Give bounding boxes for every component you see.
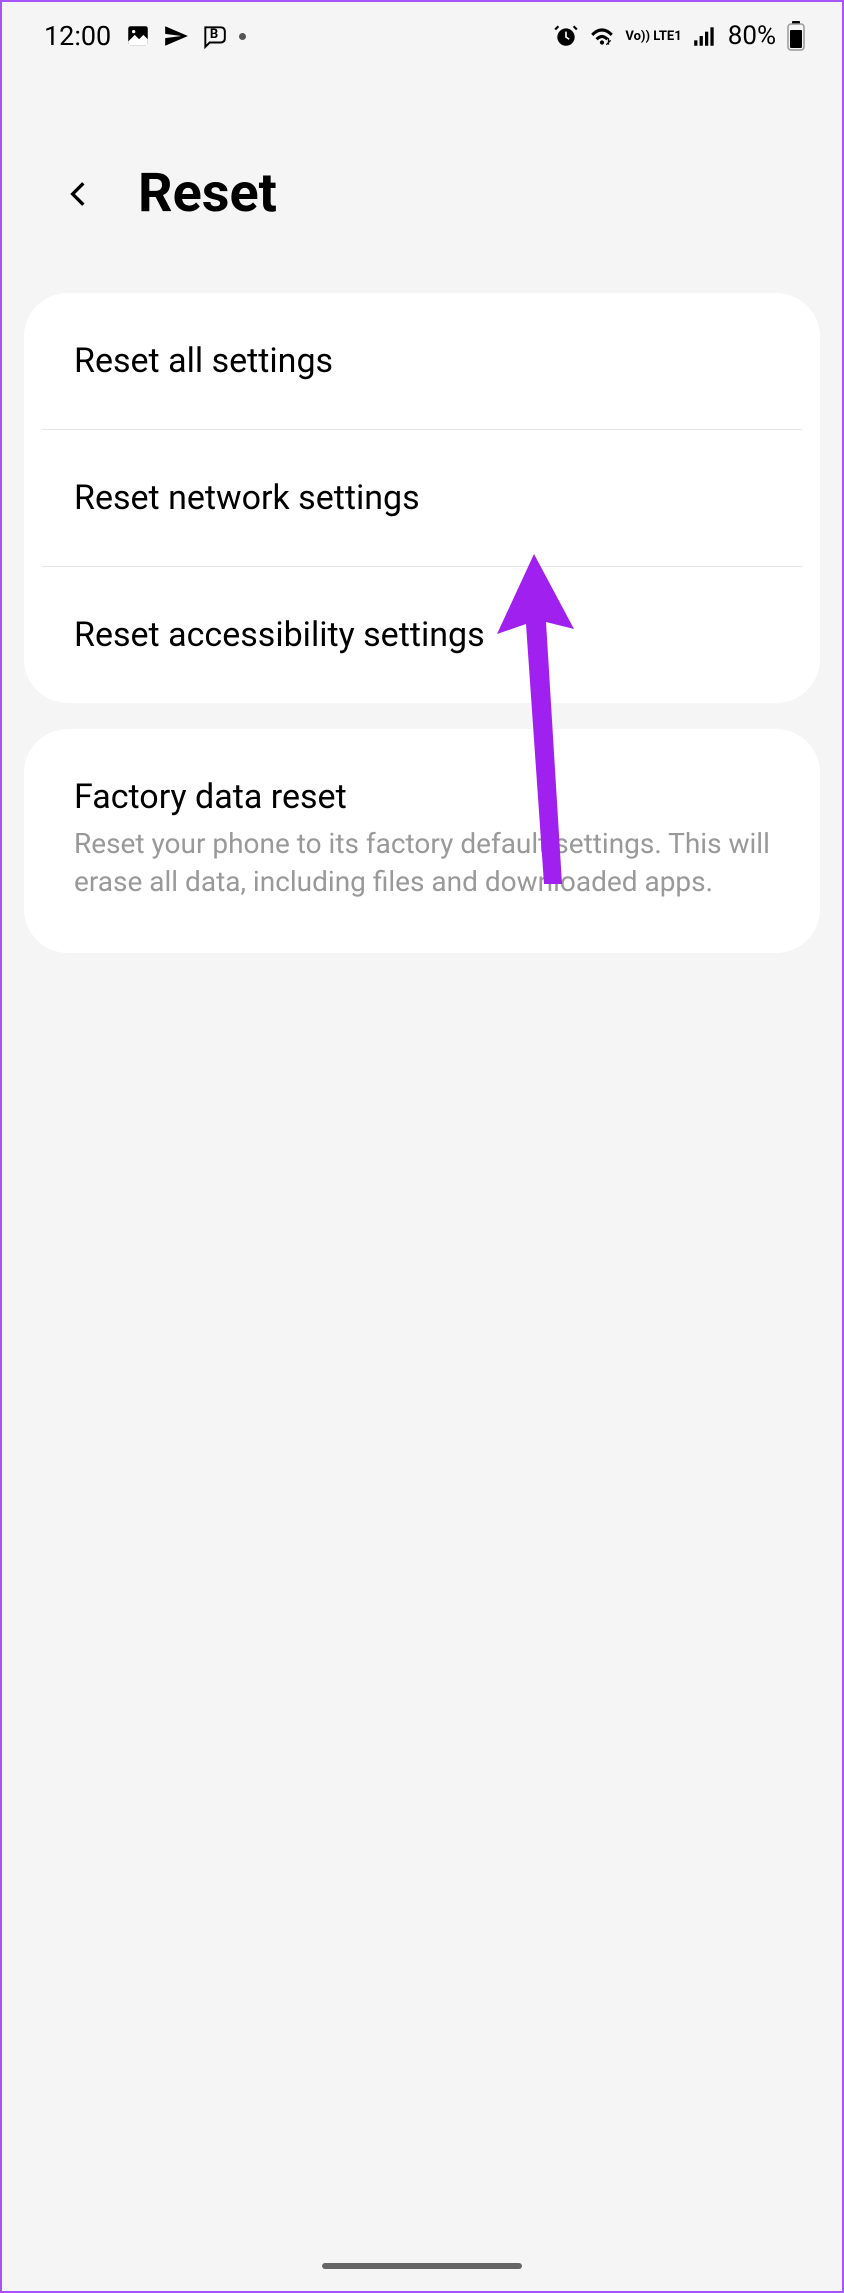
gallery-icon — [125, 23, 151, 49]
back-button[interactable] — [58, 174, 98, 214]
header: Reset — [2, 62, 842, 275]
lte-icon: Vo)) LTE1 — [625, 30, 681, 43]
factory-reset-card: Factory data reset Reset your phone to i… — [24, 729, 820, 953]
send-icon — [163, 23, 189, 49]
reset-all-settings-item[interactable]: Reset all settings — [24, 293, 820, 429]
chevron-left-icon — [62, 173, 94, 215]
reset-accessibility-settings-item[interactable]: Reset accessibility settings — [24, 567, 820, 703]
status-left: 12:00 B — [44, 20, 246, 52]
factory-data-reset-item[interactable]: Factory data reset Reset your phone to i… — [24, 729, 820, 953]
status-time: 12:00 — [44, 20, 111, 52]
factory-reset-description: Reset your phone to its factory default … — [74, 825, 770, 901]
svg-text:B: B — [210, 27, 218, 42]
battery-percent: 80% — [728, 21, 776, 51]
signal-icon — [692, 23, 718, 49]
wifi-icon — [589, 23, 615, 49]
alarm-icon — [553, 23, 579, 49]
home-indicator[interactable] — [322, 2263, 522, 2269]
b-badge-icon: B — [201, 23, 227, 49]
status-bar: 12:00 B Vo)) LTE1 80% — [2, 2, 842, 62]
page-title: Reset — [138, 162, 277, 225]
status-right: Vo)) LTE1 80% — [553, 21, 806, 51]
reset-network-settings-item[interactable]: Reset network settings — [24, 430, 820, 566]
battery-icon — [786, 21, 806, 51]
factory-reset-title: Factory data reset — [74, 777, 770, 817]
reset-options-card: Reset all settings Reset network setting… — [24, 293, 820, 703]
notification-dot-icon — [239, 33, 246, 40]
